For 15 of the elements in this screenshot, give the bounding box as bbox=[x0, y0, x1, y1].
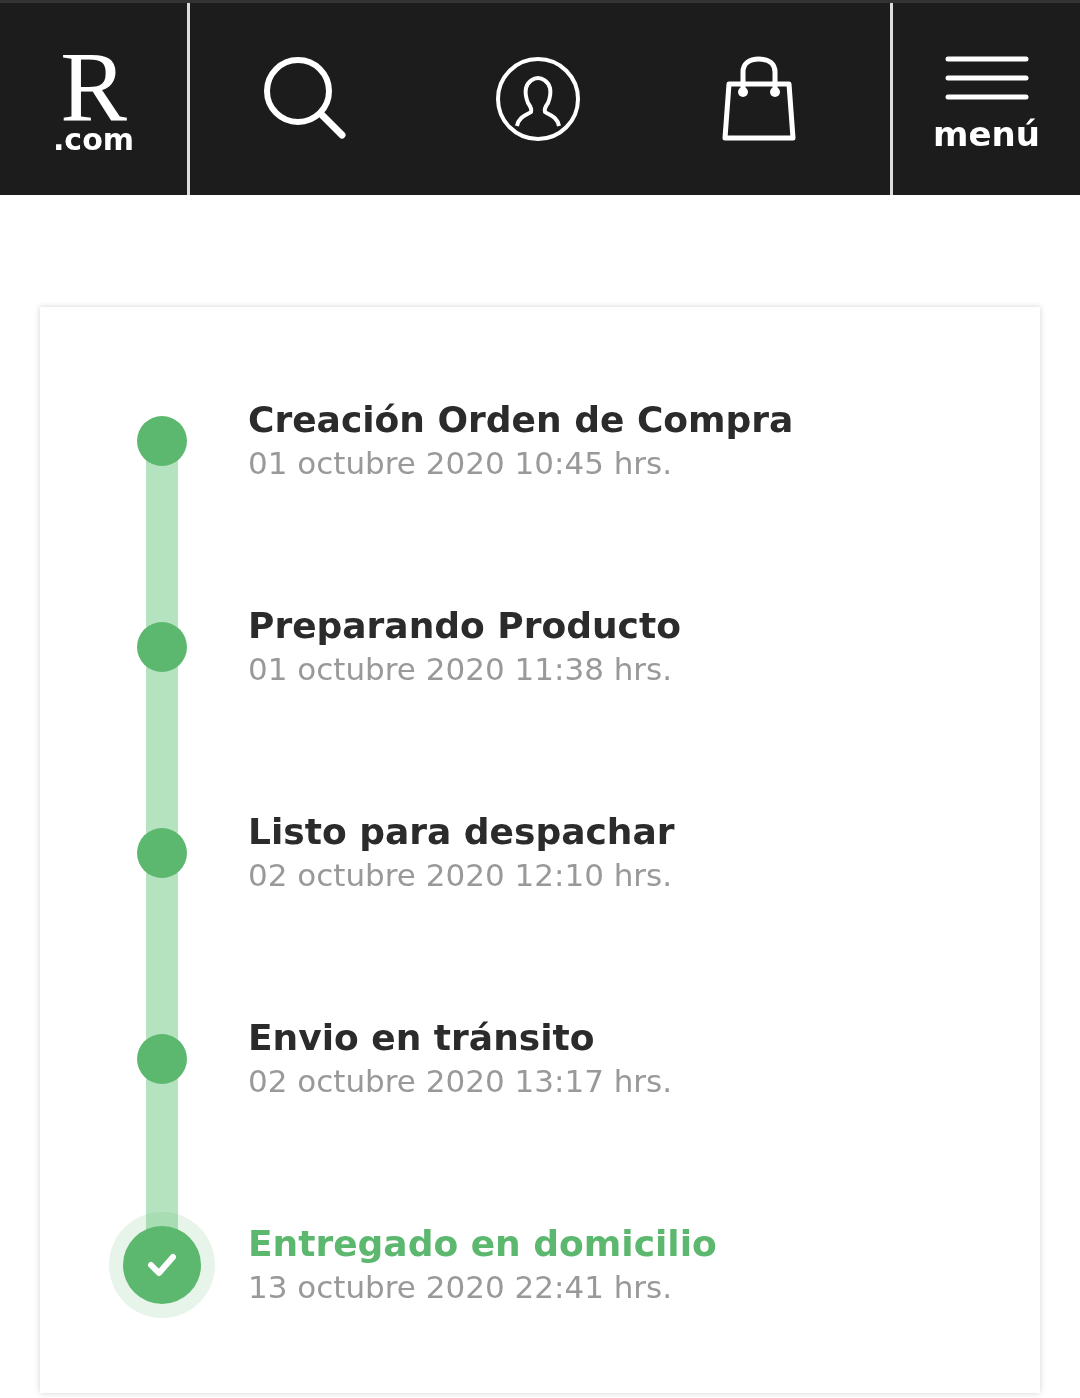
step-title: Entregado en domicilio bbox=[248, 1221, 717, 1266]
step-date: 01 octubre 2020 10:45 hrs. bbox=[248, 443, 674, 483]
user-icon[interactable] bbox=[495, 56, 581, 142]
step-date: 13 octubre 2020 22:41 hrs. bbox=[248, 1267, 674, 1307]
shopping-bag-icon[interactable] bbox=[721, 56, 797, 142]
menu-icon[interactable] bbox=[944, 55, 1029, 101]
logo[interactable]: R .com bbox=[52, 43, 135, 155]
menu-button[interactable]: menú bbox=[933, 117, 1040, 151]
step-title: Listo para despachar bbox=[248, 809, 675, 854]
step-date: 02 octubre 2020 13:17 hrs. bbox=[248, 1061, 673, 1101]
step-title: Creación Orden de Compra bbox=[248, 397, 794, 442]
step-title: Envio en tránsito bbox=[248, 1015, 596, 1060]
step-date: 01 octubre 2020 11:38 hrs. bbox=[248, 649, 674, 689]
step-title: Preparando Producto bbox=[248, 603, 681, 648]
step-date: 02 octubre 2020 12:10 hrs. bbox=[248, 855, 674, 895]
